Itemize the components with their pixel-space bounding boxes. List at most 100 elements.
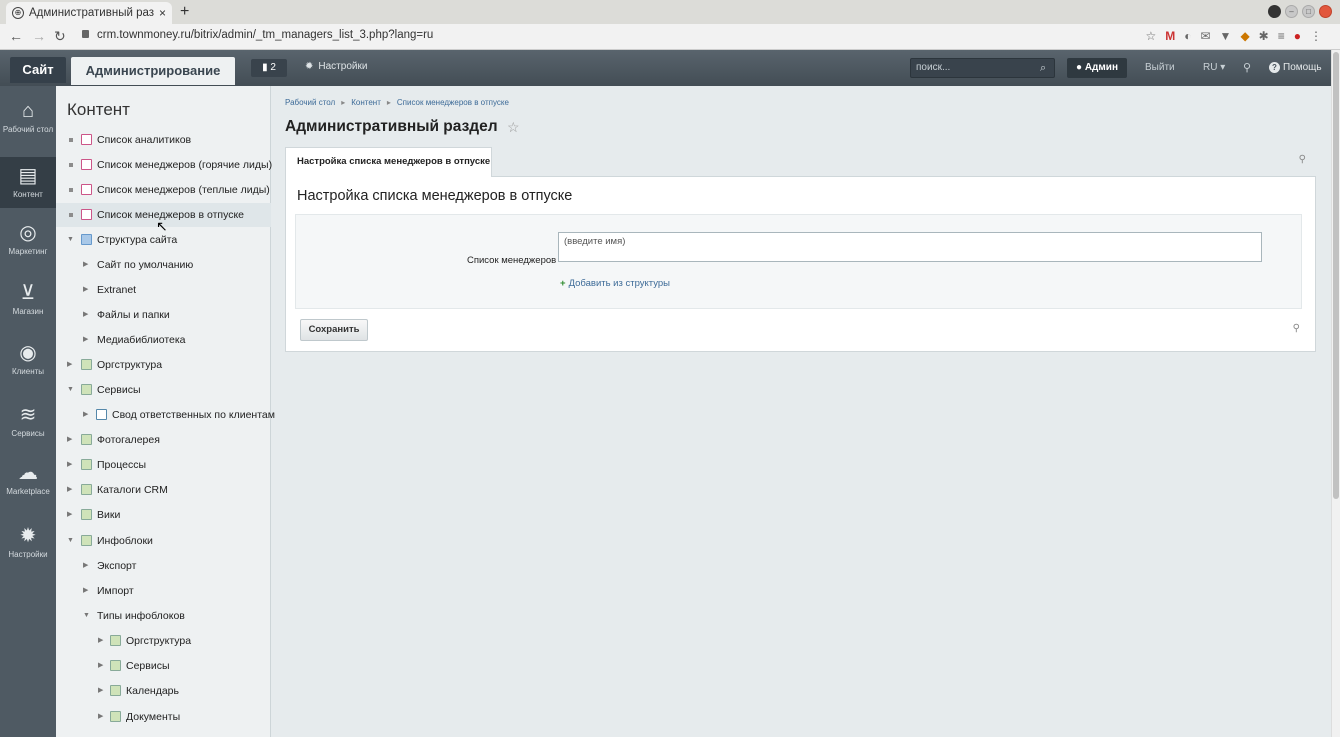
menu-item[interactable]: ▶ Календарь: [56, 679, 271, 703]
iconbar-item-settings[interactable]: ✹ Настройки: [0, 525, 56, 565]
help-icon: ?: [1269, 62, 1280, 73]
search-input[interactable]: поиск...: [910, 58, 1055, 78]
pin-icon[interactable]: ⚲: [1299, 154, 1306, 165]
url-field[interactable]: crm.townmoney.ru/bitrix/admin/_tm_manage…: [82, 29, 433, 41]
site-button[interactable]: Сайт: [10, 57, 66, 83]
breadcrumb-link[interactable]: Рабочий стол: [285, 98, 335, 107]
collapsed-arrow-icon[interactable]: ▶: [83, 278, 88, 302]
menu-item[interactable]: ▶ Свод ответственных по клиентам: [56, 403, 275, 427]
back-icon[interactable]: ←: [9, 28, 23, 44]
menu-item[interactable]: Список аналитиков: [56, 128, 271, 152]
collapsed-arrow-icon[interactable]: ▶: [83, 403, 88, 427]
menu-item[interactable]: ▶ Процессы: [56, 453, 271, 477]
pin-icon[interactable]: ⚲: [1293, 323, 1300, 334]
menu-item[interactable]: ▶ Экспорт: [56, 554, 271, 578]
collapsed-arrow-icon[interactable]: ▶: [67, 478, 72, 502]
menu-item[interactable]: ▶ Сайт по умолчанию: [56, 253, 271, 277]
close-window-button[interactable]: [1319, 5, 1332, 18]
page-scrollbar[interactable]: [1331, 50, 1340, 737]
browser-tab[interactable]: ⊕ Административный раз ×: [6, 2, 172, 24]
iconbar-item-content[interactable]: ▤ Контент: [0, 157, 56, 208]
menu-item[interactable]: ▶ Фотогалерея: [56, 428, 271, 452]
menu-item[interactable]: ▶ Документы: [56, 705, 271, 729]
expanded-arrow-icon[interactable]: ▼: [67, 529, 74, 553]
user-icon: ●: [1076, 62, 1085, 73]
admin-button[interactable]: Администрирование: [71, 57, 235, 85]
settings-link[interactable]: ✹ Настройки: [305, 61, 367, 72]
download-icon[interactable]: [1268, 5, 1281, 18]
expanded-arrow-icon[interactable]: ▼: [83, 604, 90, 628]
collapsed-arrow-icon[interactable]: ▶: [83, 328, 88, 352]
menu-item[interactable]: ▼ Типы инфоблоков: [56, 604, 271, 628]
bookmark-star-icon[interactable]: ☆: [1145, 29, 1156, 43]
menu-item[interactable]: ▶ Extranet: [56, 278, 271, 302]
iconbar-item-shop[interactable]: ⊻ Магазин: [0, 282, 56, 322]
profile-icon[interactable]: ●: [1294, 29, 1301, 43]
collapsed-arrow-icon[interactable]: ▶: [83, 303, 88, 327]
forward-icon[interactable]: →: [32, 28, 46, 44]
search-icon[interactable]: ⌕: [1040, 62, 1046, 75]
managers-input[interactable]: (введите имя): [558, 232, 1262, 262]
menu-item[interactable]: Список менеджеров (горячие лиды): [56, 153, 272, 177]
collapsed-arrow-icon[interactable]: ▶: [67, 428, 72, 452]
menu-item-label: Extranet: [97, 284, 137, 296]
maximize-button[interactable]: □: [1302, 5, 1315, 18]
list-icon: [81, 159, 92, 170]
minimize-button[interactable]: –: [1285, 5, 1298, 18]
new-tab-button[interactable]: +: [180, 3, 189, 21]
menu-item[interactable]: ▶ Импорт: [56, 579, 271, 603]
menu-item[interactable]: ▶ Каталоги CRM: [56, 478, 271, 502]
breadcrumb-link[interactable]: Список менеджеров в отпуске: [397, 98, 509, 107]
collapsed-arrow-icon[interactable]: ▶: [98, 654, 103, 678]
reload-icon[interactable]: ↻: [54, 28, 66, 45]
scrollbar-thumb[interactable]: [1333, 52, 1339, 499]
mail-icon[interactable]: ✉: [1200, 29, 1210, 43]
expanded-arrow-icon[interactable]: ▼: [67, 228, 74, 252]
collapsed-arrow-icon[interactable]: ▶: [98, 629, 103, 653]
extension-icon[interactable]: ◐: [1184, 29, 1191, 43]
menu-dots-icon[interactable]: ⋮: [1310, 29, 1322, 43]
user-button[interactable]: ● Админ: [1067, 58, 1127, 78]
language-select[interactable]: RU ▾: [1203, 62, 1225, 73]
iconbar-item-clients[interactable]: ◉ Клиенты: [0, 342, 56, 382]
menu-item[interactable]: Список менеджеров (теплые лиды): [56, 178, 271, 202]
close-tab-icon[interactable]: ×: [159, 6, 166, 20]
puzzle-icon[interactable]: ✱: [1259, 29, 1269, 43]
vpn-icon[interactable]: ▼: [1220, 29, 1232, 43]
collapsed-arrow-icon[interactable]: ▶: [98, 705, 103, 729]
gmail-icon[interactable]: M: [1165, 29, 1175, 43]
tab-settings[interactable]: Настройка списка менеджеров в отпуске: [285, 147, 492, 178]
settings-label: Настройки: [318, 61, 368, 72]
breadcrumb-link[interactable]: Контент: [351, 98, 381, 107]
menu-item[interactable]: ▶ Оргструктура: [56, 353, 271, 377]
favorite-star-icon[interactable]: ☆: [507, 119, 520, 136]
iconbar-item-marketing[interactable]: ◎ Маркетинг: [0, 222, 56, 262]
collapsed-arrow-icon[interactable]: ▶: [83, 579, 88, 603]
pin-icon[interactable]: ⚲: [1243, 61, 1251, 74]
collapsed-arrow-icon[interactable]: ▶: [67, 503, 72, 527]
reading-list-icon[interactable]: ≡: [1278, 29, 1285, 43]
collapsed-arrow-icon[interactable]: ▶: [67, 453, 72, 477]
collapsed-arrow-icon[interactable]: ▶: [83, 554, 88, 578]
menu-item[interactable]: ▶ Файлы и папки: [56, 303, 271, 327]
collapsed-arrow-icon[interactable]: ▶: [98, 679, 103, 703]
menu-item[interactable]: ▶ Вики: [56, 503, 271, 527]
menu-item[interactable]: ▶ Медиабиблиотека: [56, 328, 271, 352]
collapsed-arrow-icon[interactable]: ▶: [83, 253, 88, 277]
add-from-structure-link[interactable]: + Добавить из структуры: [560, 278, 670, 289]
help-link[interactable]: ? Помощь: [1269, 62, 1322, 73]
menu-item[interactable]: ▼ Сервисы: [56, 378, 271, 402]
extension-icon[interactable]: ◆: [1240, 29, 1249, 43]
expanded-arrow-icon[interactable]: ▼: [67, 378, 74, 402]
iconbar-item-services[interactable]: ≋ Сервисы: [0, 404, 56, 444]
iconbar-item-desktop[interactable]: ⌂ Рабочий стол: [0, 100, 56, 146]
menu-item[interactable]: ▶ Сервисы: [56, 654, 271, 678]
logout-link[interactable]: Выйти: [1145, 62, 1175, 73]
menu-item[interactable]: ▶ Оргструктура: [56, 629, 271, 653]
save-button[interactable]: Сохранить: [300, 319, 368, 341]
iconbar-item-marketplace[interactable]: ☁ Marketplace: [0, 462, 56, 502]
menu-item[interactable]: ▼ Инфоблоки: [56, 529, 271, 553]
collapsed-arrow-icon[interactable]: ▶: [67, 353, 72, 377]
list-icon: [81, 209, 92, 220]
notifications-button[interactable]: ▮ 2: [251, 59, 287, 77]
